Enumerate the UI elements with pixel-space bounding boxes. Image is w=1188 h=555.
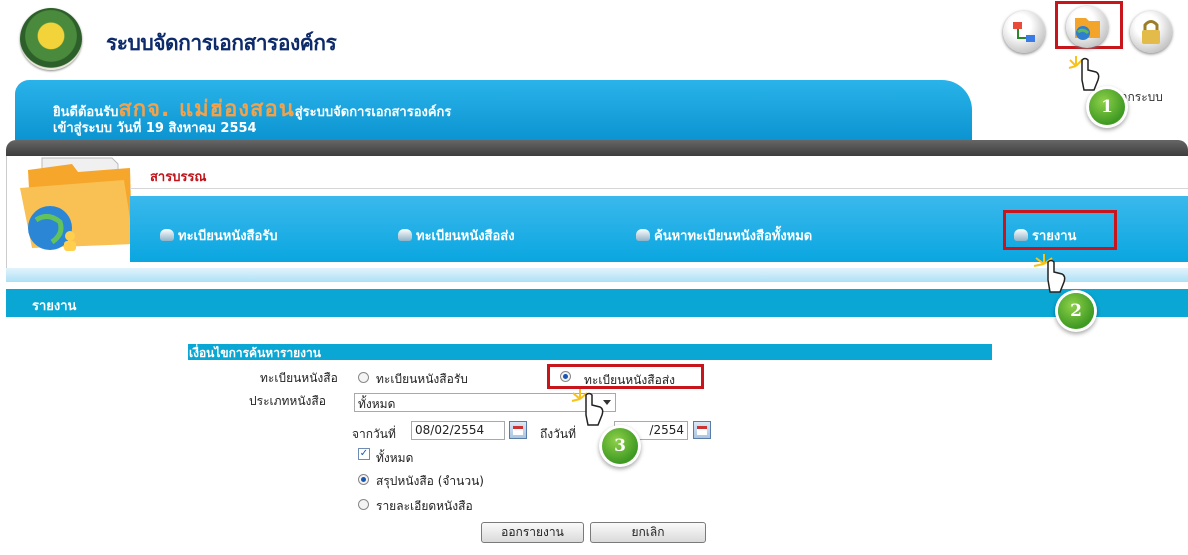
all-dates-checkbox[interactable]: ✓ — [358, 448, 370, 460]
register-label: ทะเบียนหนังสือ — [260, 371, 338, 385]
from-date-label: จากวันที่ — [352, 427, 396, 441]
nav-incoming-register[interactable]: ทะเบียนหนังสือรับ — [160, 225, 278, 246]
doc-type-label: ประเภทหนังสือ — [249, 394, 326, 408]
module-title: สารบรรณ — [150, 170, 207, 185]
generate-report-button[interactable]: ออกรายงาน — [481, 522, 584, 543]
folder-globe-illustration — [20, 157, 134, 251]
welcome-suffix: สู่ระบบจัดการเอกสารองค์กร — [294, 105, 452, 120]
radio-detail-label: รายละเอียดหนังสือ — [376, 499, 473, 513]
login-date: เข้าสู่ระบบ วันที่ 19 สิงหาคม 2554 — [53, 121, 257, 136]
nav-bullet-icon — [160, 229, 174, 241]
divider — [130, 188, 1188, 189]
click-cursor-icon — [1033, 254, 1066, 293]
nav-search-all[interactable]: ค้นหาทะเบียนหนังสือทั้งหมด — [636, 225, 812, 246]
search-criteria-title: เงื่อนไขการค้นหารายงาน — [189, 346, 321, 360]
all-dates-label: ทั้งหมด — [376, 451, 414, 465]
cancel-button[interactable]: ยกเลิก — [590, 522, 706, 543]
radio-incoming-register[interactable] — [358, 372, 369, 383]
folder-globe-icon[interactable] — [1066, 6, 1108, 48]
radio-incoming-label: ทะเบียนหนังสือรับ — [376, 372, 468, 386]
section-title: รายงาน — [32, 299, 77, 314]
step-marker-3: 3 — [602, 428, 638, 464]
radio-detail[interactable] — [358, 499, 369, 510]
report-nav-highlight — [1003, 210, 1117, 250]
organization-logo — [20, 8, 82, 70]
nav-label: ค้นหาทะเบียนหนังสือทั้งหมด — [654, 229, 813, 244]
step-marker-2: 2 — [1058, 293, 1094, 329]
calendar-icon[interactable] — [509, 421, 527, 439]
calendar-icon[interactable] — [693, 421, 711, 439]
module-top-bar — [6, 140, 1188, 156]
nav-label: ทะเบียนหนังสือส่ง — [416, 229, 515, 244]
radio-summary[interactable] — [358, 474, 369, 485]
from-date-input[interactable]: 08/02/2554 — [411, 421, 505, 440]
nav-bullet-icon — [636, 229, 650, 241]
app-title: ระบบจัดการเอกสารองค์กร — [106, 31, 337, 55]
module-bottom-band — [6, 268, 1188, 282]
radio-summary-label: สรุปหนังสือ (จำนวน) — [376, 474, 484, 488]
click-cursor-icon — [571, 389, 604, 426]
radio-outgoing-register[interactable] — [560, 371, 571, 382]
nav-label: ทะเบียนหนังสือรับ — [178, 229, 278, 244]
section-header: รายงาน — [6, 289, 1188, 317]
search-criteria-header: เงื่อนไขการค้นหารายงาน — [188, 344, 992, 360]
welcome-banner: ยินดีต้อนรับสกจ. แม่ฮ่องสอนสู่ระบบจัดการ… — [15, 80, 972, 140]
lock-icon[interactable] — [1130, 11, 1172, 53]
nav-outgoing-register[interactable]: ทะเบียนหนังสือส่ง — [398, 225, 515, 246]
nav-bullet-icon — [398, 229, 412, 241]
click-cursor-icon — [1068, 56, 1100, 91]
workflow-icon[interactable] — [1003, 11, 1045, 53]
